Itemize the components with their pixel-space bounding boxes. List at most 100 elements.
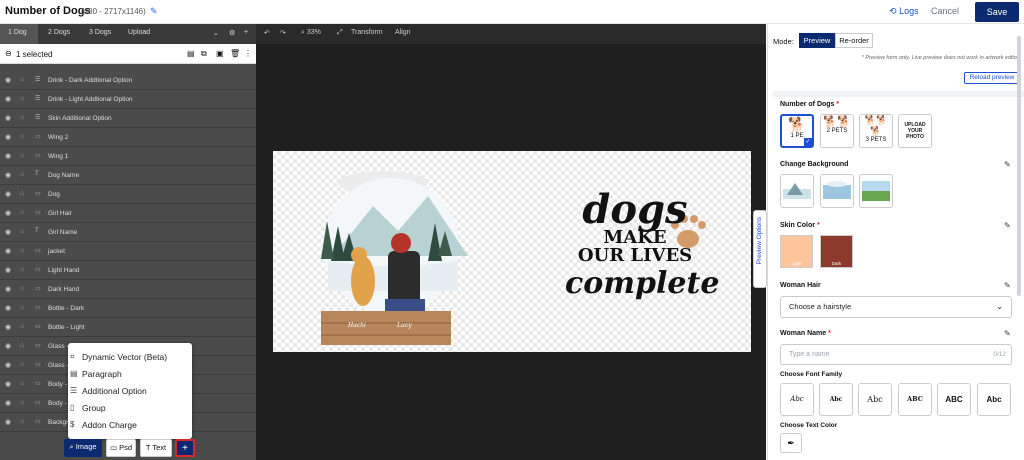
eye-icon[interactable]: ◉: [5, 114, 11, 122]
font-option-4[interactable]: ABC: [898, 383, 932, 416]
chevron-down-icon[interactable]: ⌄: [213, 29, 219, 37]
zoom-control[interactable]: ⌕ 33%: [301, 29, 321, 37]
layer-row[interactable]: ◉ ⌂ ▭ jacket: [0, 242, 256, 261]
skin-option-dark[interactable]: Dark: [820, 235, 853, 268]
lock-icon[interactable]: ⌂: [20, 76, 24, 83]
pet-option-2[interactable]: 🐕🐕 2 PETS: [820, 114, 854, 148]
tab-1-dog[interactable]: 1 Dog: [8, 29, 27, 36]
hairstyle-select[interactable]: Choose a hairstyle ⌄: [780, 296, 1012, 318]
eye-icon[interactable]: ◉: [5, 304, 11, 312]
background-option-3[interactable]: [859, 174, 893, 208]
eye-icon[interactable]: ◉: [5, 323, 11, 331]
lock-icon[interactable]: ⌂: [20, 399, 24, 406]
eye-icon[interactable]: ◉: [5, 228, 11, 236]
layer-row[interactable]: ◉ ⌂ ▭ Wing 2: [0, 128, 256, 147]
transform-button[interactable]: Transform: [351, 29, 383, 36]
font-option-3[interactable]: Abc: [858, 383, 892, 416]
eye-icon[interactable]: ◉: [5, 418, 11, 426]
pet-option-1[interactable]: 🐕 1 PE ✓: [780, 114, 814, 148]
edit-icon[interactable]: ✎: [1004, 281, 1011, 290]
lock-icon[interactable]: ⌂: [20, 304, 24, 311]
layer-row[interactable]: ◉ ⌂ T Girl Name: [0, 223, 256, 242]
redo-icon[interactable]: ↷: [280, 29, 286, 37]
delete-icon[interactable]: 🗑: [230, 49, 240, 58]
layer-row[interactable]: ◉ ⌂ ▭ Wing 1: [0, 147, 256, 166]
lock-icon[interactable]: ⌂: [20, 114, 24, 121]
font-option-2[interactable]: Abc: [819, 383, 853, 416]
panel-scrollbar[interactable]: [1017, 36, 1021, 296]
layer-row[interactable]: ◉ ⌂ ▭ Light Hand: [0, 261, 256, 280]
save-button[interactable]: Save: [975, 2, 1019, 22]
skin-option-light[interactable]: Light: [780, 235, 813, 268]
edit-icon[interactable]: ✎: [1004, 160, 1011, 169]
eye-icon[interactable]: ◉: [5, 190, 11, 198]
align-button[interactable]: Align: [395, 29, 411, 36]
more-icon[interactable]: ⋮: [244, 49, 252, 58]
layer-row[interactable]: ◉ ⌂ ▭ Girl Hair: [0, 204, 256, 223]
edit-title-icon[interactable]: ✎: [150, 6, 158, 17]
lock-icon[interactable]: ⌂: [20, 418, 24, 425]
lock-icon[interactable]: ⌂: [20, 323, 24, 330]
lock-icon[interactable]: ⌂: [20, 171, 24, 178]
layer-row[interactable]: ◉ ⌂ ☰ Drink - Light Addtional Option: [0, 90, 256, 109]
eye-icon[interactable]: ◉: [5, 399, 11, 407]
lock-icon[interactable]: ⌂: [20, 266, 24, 273]
gear-icon[interactable]: ⚙: [229, 29, 235, 37]
eye-icon[interactable]: ◉: [5, 171, 11, 179]
menu-item-addon-charge[interactable]: $ Addon Charge: [70, 420, 137, 430]
lock-icon[interactable]: ⌂: [20, 247, 24, 254]
group-icon[interactable]: ▣: [216, 49, 224, 58]
reload-preview-button[interactable]: Reload preview: [964, 72, 1020, 84]
mode-reorder-button[interactable]: Re-order: [835, 33, 873, 48]
eye-icon[interactable]: ◉: [5, 342, 11, 350]
lock-icon[interactable]: ⌂: [20, 361, 24, 368]
cancel-button[interactable]: Cancel: [931, 6, 959, 16]
woman-name-input[interactable]: Type a name 0/12: [780, 344, 1012, 365]
layer-row[interactable]: ◉ ⌂ ▭ Bottle - Light: [0, 318, 256, 337]
lock-icon[interactable]: ⌂: [20, 380, 24, 387]
eyedropper-button[interactable]: ✒: [780, 433, 802, 453]
add-text-button[interactable]: T Text: [140, 439, 172, 457]
lock-icon[interactable]: ⌂: [20, 152, 24, 159]
tab-upload[interactable]: Upload: [128, 29, 150, 36]
edit-icon[interactable]: ✎: [1004, 221, 1011, 230]
layer-row[interactable]: ◉ ⌂ ☰ Drink - Dark Addtional Option: [0, 71, 256, 90]
menu-item-dynamic-vector[interactable]: ⌗ Dynamic Vector (Beta): [70, 352, 167, 362]
add-image-button[interactable]: ⌕ Image: [64, 439, 102, 457]
background-option-2[interactable]: [820, 174, 854, 208]
eye-icon[interactable]: ◉: [5, 152, 11, 160]
layer-row[interactable]: ◉ ⌂ ☰ Skin Additional Option: [0, 109, 256, 128]
mode-preview-button[interactable]: Preview: [799, 33, 835, 48]
add-more-button[interactable]: +: [175, 439, 195, 457]
logs-link[interactable]: ⟲ Logs: [889, 6, 919, 17]
menu-item-paragraph[interactable]: ▤ Paragraph: [70, 369, 122, 379]
lock-icon[interactable]: ⌂: [20, 190, 24, 197]
font-option-5[interactable]: ABC: [937, 383, 971, 416]
deselect-icon[interactable]: ⊖: [5, 49, 12, 58]
lock-icon[interactable]: ⌂: [20, 95, 24, 102]
font-option-1[interactable]: Abc: [780, 383, 814, 416]
layer-row[interactable]: ◉ ⌂ ▭ Bottle - Dark: [0, 299, 256, 318]
tab-2-dogs[interactable]: 2 Dogs: [48, 29, 70, 36]
lock-icon[interactable]: ⌂: [20, 133, 24, 140]
eye-icon[interactable]: ◉: [5, 285, 11, 293]
edit-icon[interactable]: ✎: [1004, 329, 1011, 338]
layer-row[interactable]: ◉ ⌂ ▭ Dark Hand: [0, 280, 256, 299]
eye-icon[interactable]: ◉: [5, 209, 11, 217]
eye-icon[interactable]: ◉: [5, 247, 11, 255]
lock-icon[interactable]: ⌂: [20, 209, 24, 216]
eye-icon[interactable]: ◉: [5, 361, 11, 369]
font-option-6[interactable]: Abc: [977, 383, 1011, 416]
tab-3-dogs[interactable]: 3 Dogs: [89, 29, 111, 36]
add-psd-button[interactable]: ▭ Psd: [106, 439, 136, 457]
lock-icon[interactable]: ⌂: [20, 342, 24, 349]
eye-icon[interactable]: ◉: [5, 95, 11, 103]
pet-option-upload[interactable]: UPLOAD YOUR PHOTO: [898, 114, 932, 148]
eye-icon[interactable]: ◉: [5, 380, 11, 388]
eye-icon[interactable]: ◉: [5, 266, 11, 274]
layer-row[interactable]: ◉ ⌂ T Dog Name: [0, 166, 256, 185]
lock-icon[interactable]: ⌂: [20, 228, 24, 235]
add-tab-icon[interactable]: +: [244, 29, 248, 36]
preview-options-tab[interactable]: Preview Options: [753, 210, 767, 288]
menu-item-additional-option[interactable]: ☰ Additional Option: [70, 386, 147, 396]
